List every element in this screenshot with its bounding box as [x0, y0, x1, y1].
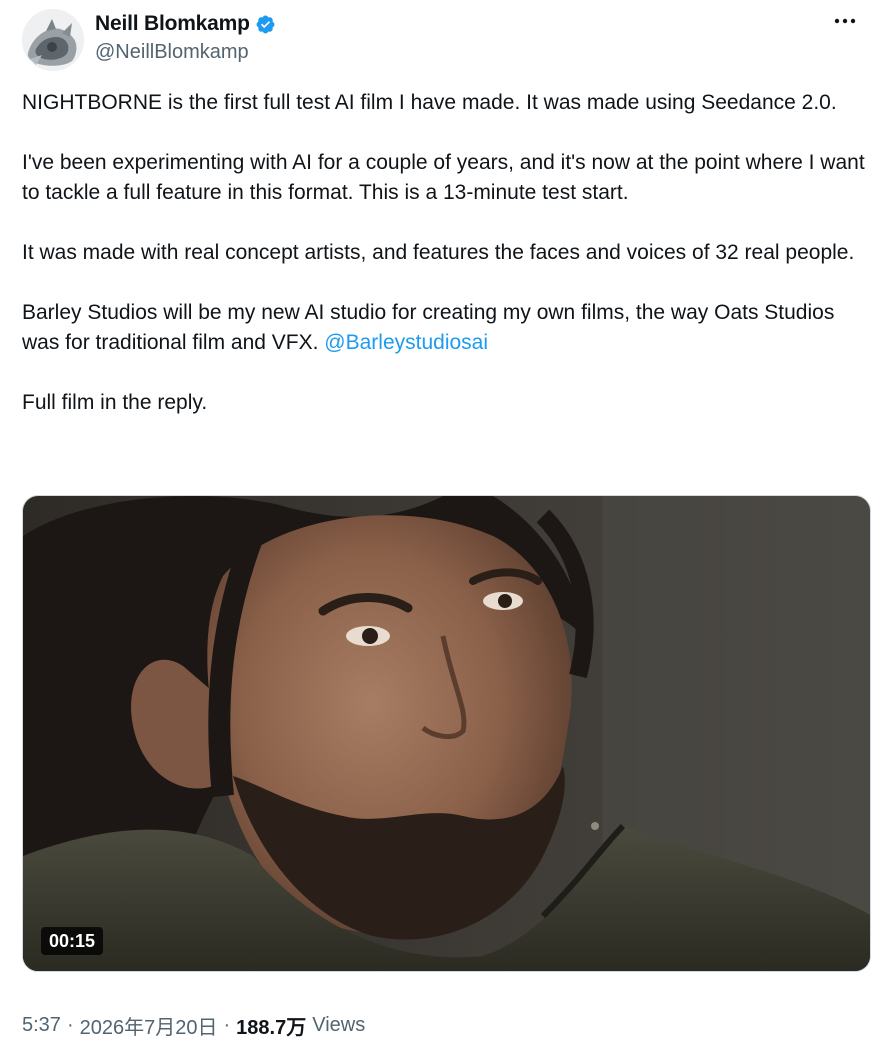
- avatar[interactable]: [22, 9, 84, 71]
- tweet-paragraph: It was made with real concept artists, a…: [22, 241, 855, 264]
- more-options-button[interactable]: [831, 11, 859, 31]
- tweet-paragraph-with-mention: Barley Studios will be my new AI studio …: [22, 298, 872, 358]
- meta-separator: ·: [66, 1014, 74, 1036]
- tweet-date[interactable]: 2026年7月20日: [80, 1011, 218, 1040]
- video-thumbnail: [23, 496, 870, 971]
- video-player[interactable]: 00:15: [22, 495, 871, 972]
- tweet-text: NIGHTBORNE is the first full test AI fil…: [22, 88, 872, 418]
- tweet-time[interactable]: 5:37: [22, 1014, 61, 1037]
- display-name-link[interactable]: Neill Blomkamp: [95, 11, 276, 37]
- tweet-meta: 5:37 · 2026年7月20日 · 188.7万 Views: [22, 1011, 365, 1040]
- tweet-paragraph: Full film in the reply.: [22, 391, 208, 414]
- avatar-image: [22, 9, 84, 71]
- author-names: Neill Blomkamp @NeillBlomkamp: [95, 11, 276, 64]
- views-count: 188.7万: [236, 1017, 307, 1039]
- display-name: Neill Blomkamp: [95, 12, 250, 35]
- handle[interactable]: @NeillBlomkamp: [95, 41, 276, 64]
- tweet-header: Neill Blomkamp @NeillBlomkamp: [22, 9, 867, 71]
- mention-link[interactable]: @Barleystudiosai: [324, 331, 488, 354]
- tweet-paragraph: NIGHTBORNE is the first full test AI fil…: [22, 91, 837, 114]
- verified-badge-icon[interactable]: [255, 14, 276, 35]
- tweet-paragraph: I've been experimenting with AI for a co…: [22, 151, 865, 204]
- meta-separator: ·: [223, 1014, 231, 1036]
- video-duration-badge: 00:15: [41, 927, 104, 955]
- views-label: Views: [312, 1014, 366, 1036]
- more-options-icon: [834, 18, 856, 24]
